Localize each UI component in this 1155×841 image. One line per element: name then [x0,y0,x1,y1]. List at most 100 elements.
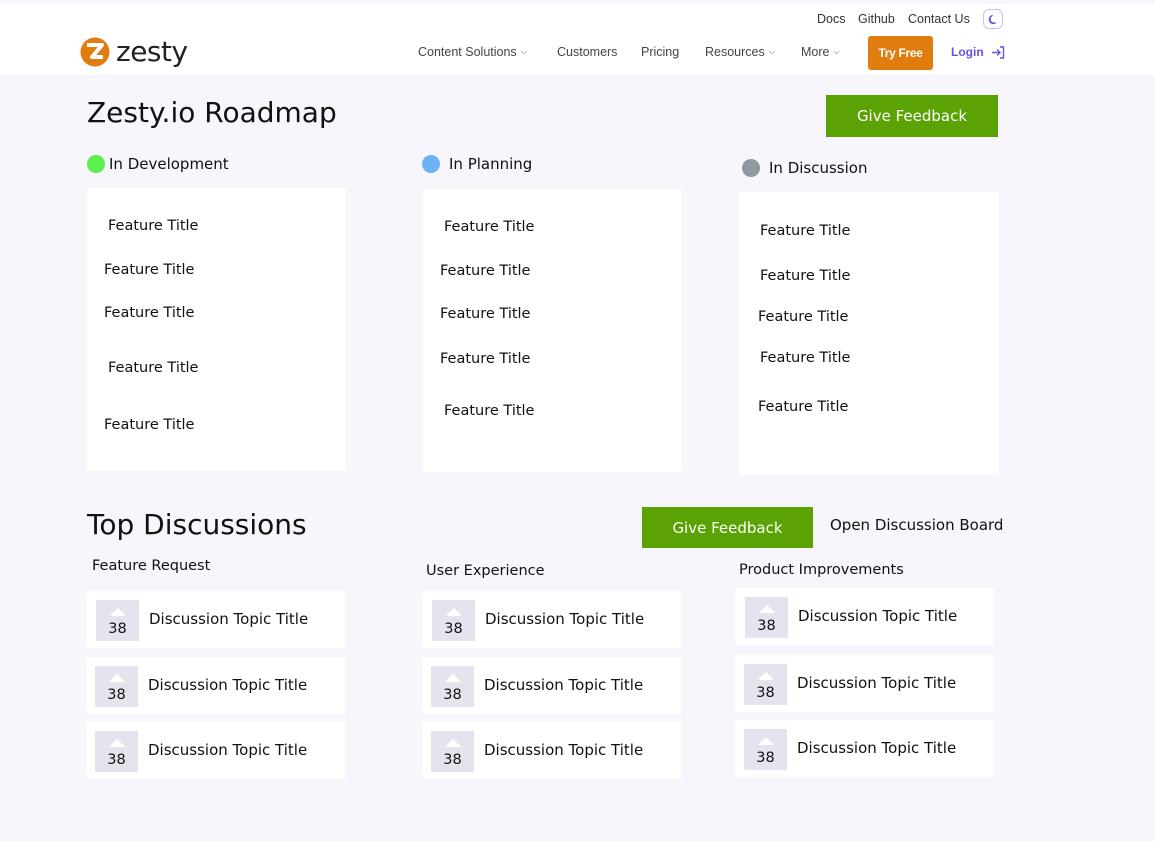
nav-more[interactable]: More ⌵ [801,45,840,59]
discussion-title[interactable]: Discussion Topic Title [484,741,643,759]
upvote-button[interactable]: 38 [744,729,787,770]
status-in-development: In Development [87,155,229,173]
contact-us-link[interactable]: Contact Us [908,12,970,26]
category-user-experience: User Experience [426,563,545,579]
try-free-button[interactable]: Try Free [868,36,933,70]
discussion-title[interactable]: Discussion Topic Title [485,610,644,628]
discussion-title[interactable]: Discussion Topic Title [149,610,308,628]
status-label: In Planning [449,155,533,173]
moon-icon [988,14,996,24]
upvote-arrow-icon [446,608,462,616]
feature-title[interactable]: Feature Title [440,351,530,367]
upvote-arrow-icon [759,605,775,613]
nav-resources[interactable]: Resources ⌵ [705,45,775,59]
theme-toggle-button[interactable] [983,9,1003,29]
upvote-button[interactable]: 38 [95,666,138,707]
status-dot-gray [742,159,760,177]
discussion-title[interactable]: Discussion Topic Title [484,676,643,694]
discussion-title[interactable]: Discussion Topic Title [797,739,956,757]
vote-count: 38 [756,750,775,766]
discussion-item[interactable]: 38 Discussion Topic Title [86,591,345,648]
status-in-discussion: In Discussion [742,159,867,177]
github-link[interactable]: Github [858,12,895,26]
upvote-arrow-icon [110,608,126,616]
vote-count: 38 [443,752,462,768]
category-feature-request: Feature Request [92,558,211,574]
discussion-item[interactable]: 38 Discussion Topic Title [422,722,681,779]
upvote-button[interactable]: 38 [431,666,474,707]
vote-count: 38 [107,687,126,703]
nav-pricing[interactable]: Pricing [641,45,679,59]
nav-customers[interactable]: Customers [557,45,617,59]
open-discussion-board-link[interactable]: Open Discussion Board [830,516,1003,534]
nav-label: Customers [557,45,618,59]
category-product-improvements: Product Improvements [739,562,904,578]
login-arrow-icon [991,45,1004,59]
discussion-title[interactable]: Discussion Topic Title [148,741,307,759]
feature-title[interactable]: Feature Title [104,262,194,278]
zesty-logo[interactable]: zesty [80,35,188,69]
upvote-arrow-icon [109,739,125,747]
feature-title[interactable]: Feature Title [104,305,194,321]
roadmap-title: Zesty.io Roadmap [87,96,337,129]
discussion-title[interactable]: Discussion Topic Title [148,676,307,694]
logo-text: zesty [116,35,188,68]
upvote-button[interactable]: 38 [95,731,138,772]
nav-label: Content Solutions [418,45,517,59]
status-dot-blue [422,155,440,173]
feature-title[interactable]: Feature Title [444,219,534,235]
vote-count: 38 [443,687,462,703]
nav-label: More [801,45,830,59]
vote-count: 38 [756,685,775,701]
give-feedback-button-discussions[interactable]: Give Feedback [642,507,813,548]
discussion-title[interactable]: Discussion Topic Title [798,607,957,625]
upvote-arrow-icon [758,737,774,745]
status-label: In Development [109,155,229,173]
discussion-title[interactable]: Discussion Topic Title [797,674,956,692]
feature-title[interactable]: Feature Title [440,306,530,322]
top-discussions-title: Top Discussions [87,508,307,541]
nav-label: Resources [705,45,765,59]
discussion-item[interactable]: 38 Discussion Topic Title [86,657,345,714]
feature-title[interactable]: Feature Title [108,360,198,376]
docs-link[interactable]: Docs [817,12,845,26]
chevron-down-icon: ⌵ [768,47,775,56]
nav-label: Pricing [641,45,680,59]
nav-content-solutions[interactable]: Content Solutions ⌵ [418,45,527,59]
upvote-button[interactable]: 38 [96,600,139,641]
upvote-arrow-icon [109,674,125,682]
vote-count: 38 [444,621,463,637]
feature-title[interactable]: Feature Title [104,417,194,433]
chevron-down-icon: ⌵ [833,47,840,56]
upvote-button[interactable]: 38 [431,731,474,772]
feature-title[interactable]: Feature Title [108,218,198,234]
chevron-down-icon: ⌵ [520,47,527,56]
upvote-arrow-icon [445,674,461,682]
upvote-arrow-icon [758,672,774,680]
discussion-item[interactable]: 38 Discussion Topic Title [735,588,994,645]
discussion-item[interactable]: 38 Discussion Topic Title [735,720,994,777]
discussion-item[interactable]: 38 Discussion Topic Title [86,722,345,779]
upvote-button[interactable]: 38 [745,597,788,638]
discussion-item[interactable]: 38 Discussion Topic Title [735,655,994,712]
give-feedback-button[interactable]: Give Feedback [826,95,998,137]
upvote-button[interactable]: 38 [432,600,475,641]
upvote-button[interactable]: 38 [744,664,787,705]
feature-title[interactable]: Feature Title [444,403,534,419]
zesty-logo-icon [80,37,110,67]
vote-count: 38 [757,618,776,634]
login-label: Login [951,45,984,59]
feature-title[interactable]: Feature Title [758,309,848,325]
status-label: In Discussion [769,159,868,177]
vote-count: 38 [108,621,127,637]
feature-title[interactable]: Feature Title [760,350,850,366]
feature-title[interactable]: Feature Title [760,268,850,284]
feature-title[interactable]: Feature Title [760,223,850,239]
feature-title[interactable]: Feature Title [440,263,530,279]
upvote-arrow-icon [445,739,461,747]
feature-title[interactable]: Feature Title [758,399,848,415]
status-dot-green [87,155,105,173]
discussion-item[interactable]: 38 Discussion Topic Title [422,591,681,648]
login-link[interactable]: Login [951,45,1005,59]
discussion-item[interactable]: 38 Discussion Topic Title [422,657,681,714]
